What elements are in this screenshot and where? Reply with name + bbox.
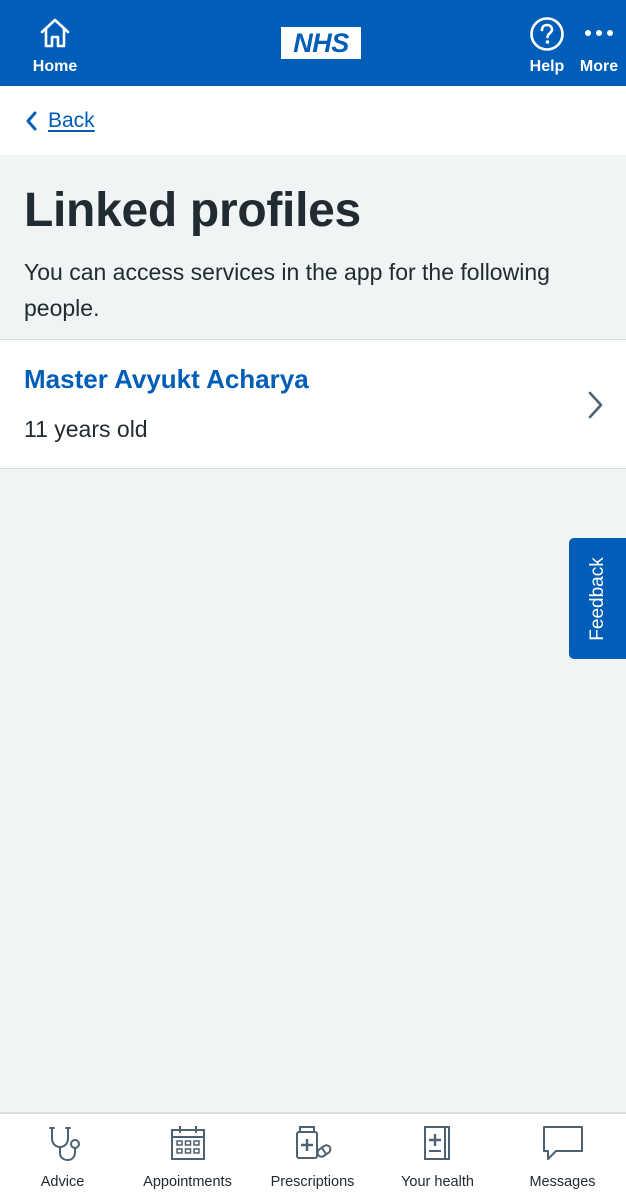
message-icon [542,1126,583,1160]
tab-label: Messages [529,1174,596,1190]
help-icon [530,17,564,51]
back-label: Back [48,109,95,132]
profile-age: 11 years old [24,416,148,442]
nhs-logo-text: NHS [293,28,349,58]
calendar-icon [170,1126,205,1160]
tab-appointments[interactable]: Appointments [125,1114,250,1200]
help-label: Help [529,58,565,75]
more-label: More [579,58,619,75]
back-bar: Back [0,86,626,155]
tab-messages[interactable]: Messages [500,1114,625,1200]
chevron-left-icon [26,111,37,131]
app-header: Home NHS Help More [0,0,626,86]
feedback-button[interactable]: Feedback [569,538,626,659]
tab-label: Advice [40,1174,85,1190]
tab-prescriptions[interactable]: Prescriptions [250,1114,375,1200]
chevron-right-icon [588,391,603,419]
home-button[interactable]: Home [22,0,88,86]
home-label: Home [32,58,78,75]
intro-text: You can access services in the app for t… [24,259,550,321]
more-dots-icon [585,30,613,36]
home-icon [40,18,70,48]
profile-name: Master Avyukt Acharya [24,364,309,394]
nhs-logo: NHS [281,27,361,59]
health-record-icon [423,1126,450,1160]
tab-label: Your health [401,1174,474,1190]
medicine-icon [295,1126,331,1159]
stethoscope-icon [48,1127,80,1162]
help-button[interactable]: Help [522,0,572,86]
tab-your-health[interactable]: Your health [375,1114,500,1200]
bottom-tab-bar: Advice Appointments Prescriptions Your h… [0,1112,626,1200]
page-title: Linked profiles [24,184,361,237]
linked-profile-card[interactable]: Master Avyukt Acharya 11 years old [0,339,626,469]
feedback-label: Feedback [586,556,608,641]
tab-label: Appointments [143,1174,232,1190]
more-button[interactable]: More [574,0,624,86]
tab-label: Prescriptions [270,1174,355,1190]
back-link[interactable]: Back [24,108,95,134]
tab-advice[interactable]: Advice [0,1114,125,1200]
